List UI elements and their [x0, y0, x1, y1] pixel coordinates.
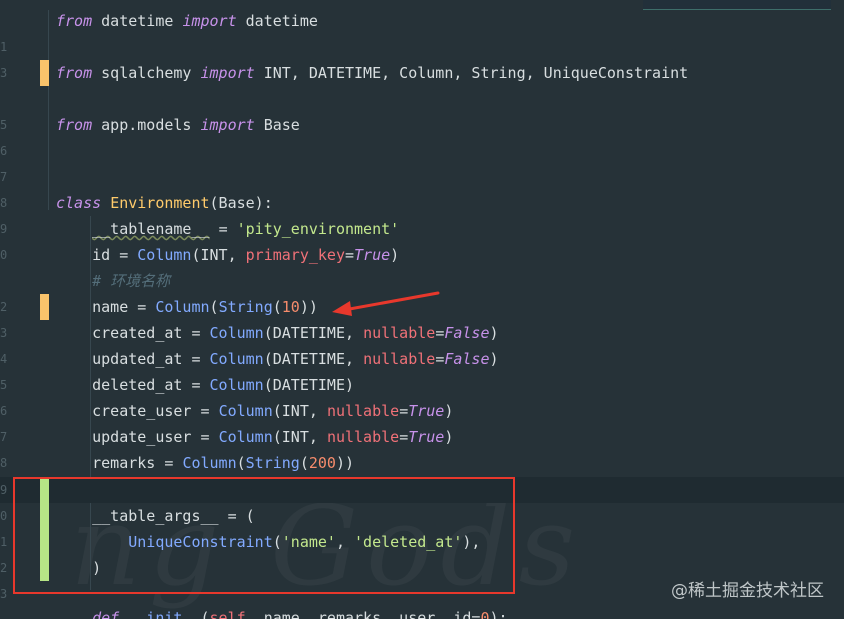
annotation-arrow-icon	[332, 291, 440, 316]
line-number: 2	[0, 300, 8, 314]
code-line[interactable]: 7 update_user = Column(INT, nullable=Tru…	[0, 424, 844, 450]
code-line[interactable]: 0 id = Column(INT, primary_key=True)	[0, 242, 844, 268]
code-line[interactable]: def __init__(self, name, remarks, user, …	[0, 605, 844, 619]
line-number: 3	[0, 326, 8, 340]
line-number: 9	[0, 483, 8, 497]
code-line[interactable]: 4 updated_at = Column(DATETIME, nullable…	[0, 346, 844, 372]
line-number: 7	[0, 430, 8, 444]
code-line[interactable]: 7	[0, 164, 844, 190]
line-number: 9	[0, 222, 8, 236]
line-number: 3	[0, 587, 8, 601]
code-text: create_user = Column(INT, nullable=True)	[92, 402, 454, 420]
code-line[interactable]: 8 class Environment(Base):	[0, 190, 844, 216]
line-number: 1	[0, 535, 8, 549]
code-editor[interactable]: ng Gods from datetime import datetime 1 …	[0, 0, 844, 619]
annotation-highlight-box	[13, 477, 515, 594]
code-text: created_at = Column(DATETIME, nullable=F…	[92, 324, 499, 342]
line-number: 3	[0, 66, 8, 80]
code-text: from datetime import datetime	[56, 12, 318, 30]
code-line[interactable]: 9 __tablename__ = 'pity_environment'	[0, 216, 844, 242]
line-number: 5	[0, 118, 8, 132]
line-number: 5	[0, 378, 8, 392]
code-line[interactable]: 3 created_at = Column(DATETIME, nullable…	[0, 320, 844, 346]
code-line[interactable]: 5 deleted_at = Column(DATETIME)	[0, 372, 844, 398]
code-text: from app.models import Base	[56, 116, 300, 134]
line-number: 8	[0, 196, 8, 210]
line-number: 6	[0, 144, 8, 158]
line-number: 1	[0, 40, 8, 54]
line-number: 2	[0, 561, 8, 575]
code-text: def __init__(self, name, remarks, user, …	[92, 609, 508, 619]
code-text: # 环境名称	[92, 272, 171, 290]
line-number: 4	[0, 352, 8, 366]
code-text: updated_at = Column(DATETIME, nullable=F…	[92, 350, 499, 368]
code-line[interactable]: 5 from app.models import Base	[0, 112, 844, 138]
code-text: from sqlalchemy import INT, DATETIME, Co…	[56, 64, 689, 82]
code-text: deleted_at = Column(DATETIME)	[92, 376, 355, 394]
code-line[interactable]: 6	[0, 138, 844, 164]
code-line[interactable]: 1	[0, 34, 844, 60]
line-number: 0	[0, 248, 8, 262]
modified-line-marker	[40, 60, 49, 86]
line-number: 0	[0, 509, 8, 523]
code-text: remarks = Column(String(200))	[92, 454, 355, 472]
code-text: name = Column(String(10))	[92, 298, 318, 316]
brand-watermark: @稀土掘金技术社区	[671, 581, 824, 601]
code-text: __tablename__ = 'pity_environment'	[92, 220, 400, 238]
code-line[interactable]: 8 remarks = Column(String(200))	[0, 450, 844, 476]
code-line[interactable]: 3 from sqlalchemy import INT, DATETIME, …	[0, 60, 844, 86]
line-number: 6	[0, 404, 8, 418]
modified-line-marker	[40, 294, 49, 320]
code-line[interactable]	[0, 86, 844, 112]
code-line[interactable]: 6 create_user = Column(INT, nullable=Tru…	[0, 398, 844, 424]
code-line[interactable]: from datetime import datetime	[0, 8, 844, 34]
line-number: 7	[0, 170, 8, 184]
code-text: id = Column(INT, primary_key=True)	[92, 246, 400, 264]
code-text: class Environment(Base):	[56, 194, 273, 212]
line-number: 8	[0, 456, 8, 470]
code-text: update_user = Column(INT, nullable=True)	[92, 428, 454, 446]
